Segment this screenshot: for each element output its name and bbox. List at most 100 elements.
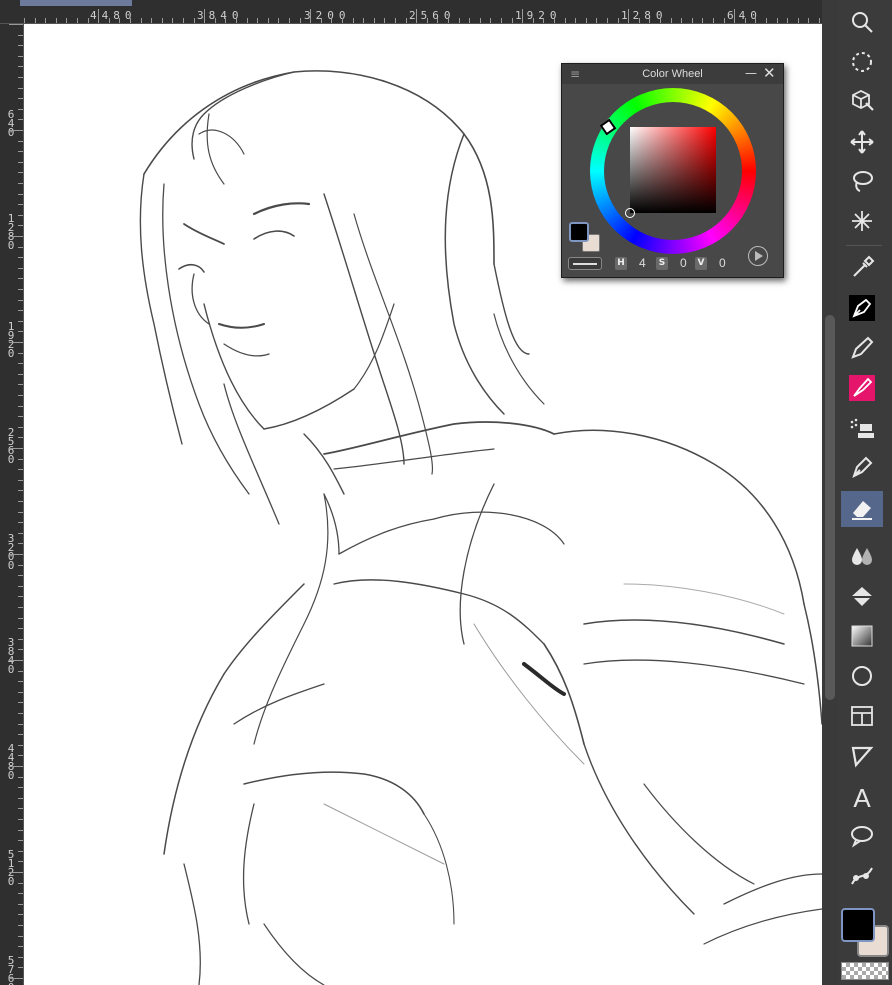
ruler-tick [628, 9, 630, 23]
ruler-tick [744, 18, 746, 23]
ruler-tick [18, 331, 23, 333]
ruler-tick [18, 850, 23, 852]
ruler-tick [246, 18, 248, 23]
ruler-tick [310, 9, 312, 23]
panel-titlebar[interactable]: ≡ Color Wheel — ✕ [562, 64, 783, 84]
ruler-tick [18, 395, 23, 396]
ruler-tick [108, 18, 110, 23]
ruler-tick [225, 18, 227, 23]
ruler-tick [18, 882, 23, 884]
ruler-tick [18, 787, 23, 789]
ruler-tick [405, 18, 407, 23]
transparent-color-swatch[interactable] [841, 962, 889, 980]
ruler-tick [18, 840, 23, 842]
gradient-icon[interactable] [841, 618, 883, 654]
correct-line-icon[interactable] [841, 858, 883, 894]
ruler-tick [87, 18, 89, 23]
ruler-tick [691, 18, 693, 23]
hue-value[interactable]: 4 [639, 256, 646, 270]
ruler-tick [18, 289, 23, 290]
ruler-tick [522, 9, 524, 23]
ruler-label: 6 4 0 [7, 108, 15, 139]
ruler-tick [681, 18, 683, 23]
ruler-tick [9, 978, 23, 979]
play-icon[interactable] [748, 246, 768, 266]
saturation-value[interactable]: 0 [680, 256, 687, 270]
ruler-tick [18, 914, 23, 916]
sv-cursor[interactable] [625, 208, 635, 218]
ruler-tick [9, 24, 23, 25]
ruler-tick [18, 903, 23, 905]
ruler-tick [172, 18, 174, 23]
ruler-icon[interactable] [841, 738, 883, 774]
decoration-icon[interactable] [841, 450, 883, 486]
ruler-tick [18, 479, 23, 481]
minimize-icon[interactable]: — [745, 66, 757, 80]
fill-icon[interactable] [841, 578, 883, 614]
saturation-value-square[interactable] [630, 127, 716, 213]
ruler-tick [18, 416, 23, 418]
ruler-tick [585, 18, 587, 23]
ruler-tick [490, 18, 492, 23]
frame-icon[interactable] [841, 698, 883, 734]
panel-foreground-color[interactable] [569, 222, 589, 242]
ruler-tick [18, 681, 23, 683]
ruler-tick [55, 18, 57, 23]
ruler-tick [18, 501, 23, 502]
ruler-tick [18, 151, 23, 153]
ruler-tick [151, 18, 153, 23]
ruler-tick [18, 819, 23, 820]
ruler-tick [214, 18, 216, 23]
ruler-label: 1 9 2 0 [7, 320, 15, 360]
close-icon[interactable]: ✕ [763, 64, 776, 82]
pencil-icon[interactable] [841, 330, 883, 366]
tool-separator [846, 245, 882, 246]
ruler-tick [18, 119, 23, 121]
ruler-tick [77, 18, 78, 23]
ruler-tick [18, 490, 23, 492]
ruler-tick [18, 543, 23, 545]
magic-wand-icon[interactable] [841, 203, 883, 239]
ruler-tick [18, 628, 23, 630]
ruler-label: 4 4 8 0 [7, 742, 15, 782]
ruler-tick [204, 9, 206, 23]
foreground-color-swatch[interactable] [841, 908, 875, 942]
ruler-tick [18, 617, 23, 619]
lasso-icon[interactable] [841, 163, 883, 199]
ruler-label: 3 8 4 0 [7, 636, 15, 676]
blend-icon[interactable] [841, 538, 883, 574]
ruler-tick [236, 18, 237, 23]
ruler-tick [18, 935, 23, 937]
ruler-tick [18, 967, 23, 969]
scrollbar-thumb[interactable] [825, 315, 835, 700]
ruler-tick [18, 45, 23, 47]
hue-label: H [615, 257, 627, 270]
ruler-tick [479, 18, 481, 23]
text-icon[interactable]: A [841, 780, 883, 816]
ruler-tick [723, 18, 725, 23]
balloon-icon[interactable] [841, 818, 883, 854]
brush-icon[interactable] [841, 370, 883, 406]
value-value[interactable]: 0 [719, 256, 726, 270]
ruler-tick [257, 18, 259, 23]
ruler-tick [289, 18, 290, 23]
ruler-tick [607, 18, 608, 23]
object-select-icon[interactable] [841, 82, 883, 118]
ruler-tick [18, 278, 23, 280]
vertical-scrollbar[interactable] [822, 0, 838, 985]
airbrush-icon[interactable] [841, 410, 883, 446]
ruler-tick [18, 214, 23, 216]
move-icon[interactable] [841, 124, 883, 160]
figure-icon[interactable] [841, 658, 883, 694]
ruler-tick [18, 108, 23, 110]
pen-icon[interactable] [841, 290, 883, 326]
color-mode-toggle[interactable] [568, 257, 602, 270]
ruler-tick [18, 66, 23, 68]
magnifier-icon[interactable] [841, 4, 883, 40]
ruler-tick [18, 607, 23, 608]
rotate-icon[interactable] [841, 44, 883, 80]
ruler-tick [776, 18, 778, 23]
eyedropper-icon[interactable] [841, 250, 883, 286]
ruler-tick [18, 797, 23, 799]
eraser-icon[interactable] [841, 491, 883, 527]
